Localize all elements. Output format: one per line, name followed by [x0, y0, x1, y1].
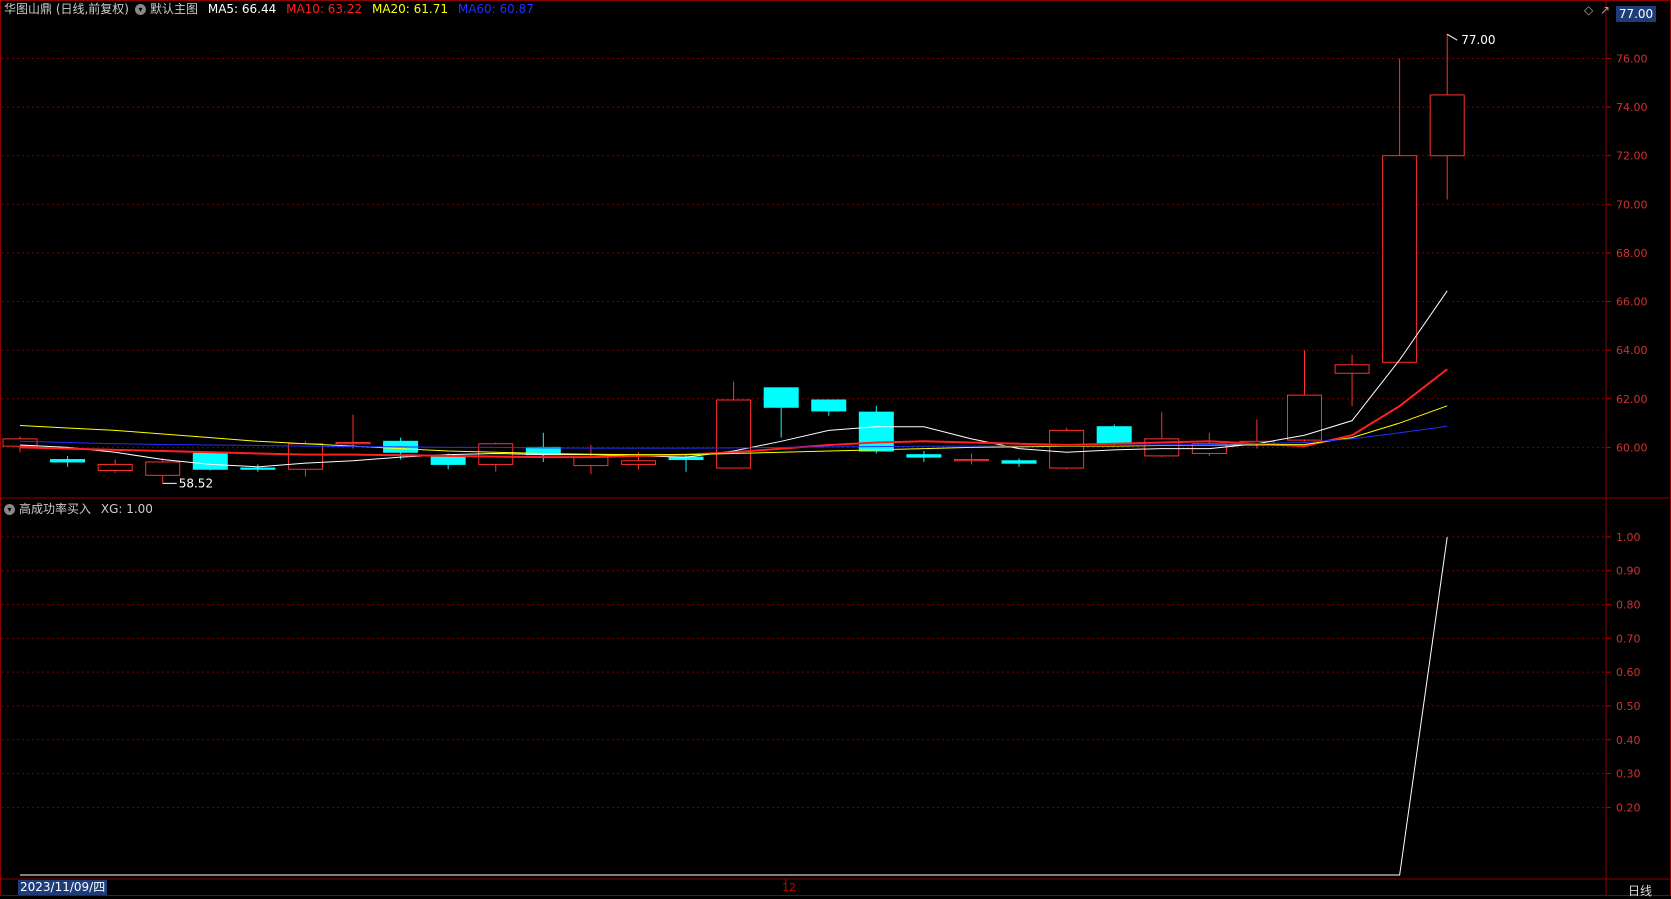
template-label[interactable]: 默认主图: [150, 2, 198, 16]
candle-body: [97, 463, 133, 471]
diamond-icon[interactable]: ◇: [1584, 3, 1593, 17]
candle-body: [1001, 460, 1037, 464]
indicator-header: ▾ 高成功率买入 XG: 1.00: [4, 500, 159, 518]
candle: [763, 387, 799, 438]
stock-title: 华图山鼎 (日线,前复权): [4, 2, 129, 16]
indicator-y-tick-label: 0.30: [1616, 768, 1641, 781]
indicator-y-tick-label: 0.20: [1616, 801, 1641, 814]
candle-body: [192, 452, 228, 470]
candle: [1001, 458, 1037, 467]
candle-body: [858, 411, 894, 452]
candle-body: [145, 461, 181, 476]
candle-body: [953, 459, 989, 462]
candle-body: [906, 454, 942, 458]
candle: [97, 459, 133, 473]
candle-body: [1429, 94, 1465, 157]
main-y-tick-label: 74.00: [1616, 101, 1648, 114]
candle-body: [1382, 155, 1418, 363]
candle: [50, 455, 86, 467]
main-y-tick-label: 72.00: [1616, 150, 1648, 163]
indicator-y-tick-label: 1.00: [1616, 531, 1641, 544]
candle: [1429, 34, 1465, 200]
candle: [335, 414, 371, 449]
candle-body: [1334, 364, 1370, 374]
candle: [2, 436, 38, 453]
candle: [192, 452, 228, 471]
candle-body: [716, 399, 752, 469]
indicator-y-tick-label: 0.90: [1616, 565, 1641, 578]
ma20-label: MA20: 61.71: [371, 2, 449, 16]
main-chart-header: 华图山鼎 (日线,前复权) ▾ 默认主图 MA5: 66.44 MA10: 63.2…: [4, 0, 540, 18]
high-price-label: 77.00: [1461, 33, 1495, 47]
candle-body: [763, 387, 799, 408]
candle-body: [811, 399, 847, 412]
candle-body: [335, 442, 371, 445]
candle-body: [50, 459, 86, 463]
x-tick-label: 12: [782, 881, 796, 894]
candle-body: [620, 460, 656, 465]
current-price-tag: 77.00: [1616, 6, 1656, 22]
candle-body: [1049, 429, 1085, 469]
indicator-y-tick-label: 0.80: [1616, 599, 1641, 612]
main-y-tick-label: 66.00: [1616, 296, 1648, 309]
candle-body: [573, 456, 609, 467]
ma5-label: MA5: 66.44: [207, 2, 277, 16]
candle-body: [430, 456, 466, 465]
candle: [573, 444, 609, 475]
candle-body: [240, 467, 276, 470]
candle: [811, 399, 847, 416]
period-label[interactable]: 日线: [1628, 882, 1652, 899]
candle: [1382, 58, 1418, 363]
indicator-value: XG: 1.00: [100, 502, 153, 516]
candle: [1144, 412, 1180, 458]
chevron-down-icon[interactable]: ▾: [4, 504, 15, 515]
candle: [145, 458, 181, 484]
chevron-down-icon[interactable]: ▾: [135, 4, 146, 15]
candle: [1286, 350, 1322, 442]
main-y-tick-label: 62.00: [1616, 393, 1648, 406]
high-marker: [1446, 33, 1458, 41]
ma10-label: MA10: 63.22: [286, 2, 363, 16]
indicator-name[interactable]: 高成功率买入: [19, 502, 91, 516]
indicator-y-tick-label: 0.60: [1616, 666, 1641, 679]
indicator-y-tick-label: 0.50: [1616, 700, 1641, 713]
main-y-tick-label: 70.00: [1616, 198, 1648, 211]
main-y-tick-label: 60.00: [1616, 441, 1648, 454]
candle: [716, 381, 752, 469]
main-y-tick-label: 68.00: [1616, 247, 1648, 260]
candle: [953, 453, 989, 465]
chart-frame: [0, 0, 1671, 896]
arrow-up-right-icon[interactable]: ↗: [1600, 3, 1610, 17]
candle: [906, 451, 942, 462]
main-y-tick-label: 76.00: [1616, 52, 1648, 65]
indicator-y-tick-label: 0.40: [1616, 734, 1641, 747]
main-y-tick-label: 64.00: [1616, 344, 1648, 357]
indicator-y-tick-label: 0.70: [1616, 632, 1641, 645]
date-label: 2023/11/09/四: [18, 880, 108, 895]
candle-body: [1096, 426, 1132, 445]
ma60-label: MA60: 60.87: [457, 2, 534, 16]
candle-body: [1286, 394, 1322, 441]
stock-chart[interactable]: 76.00 74.00 72.00 70.00 68.00 66.00 64.00 62.00…: [0, 0, 1671, 896]
candle: [1049, 427, 1085, 470]
low-price-label: 58.52: [179, 476, 213, 490]
candle-body: [287, 443, 323, 470]
